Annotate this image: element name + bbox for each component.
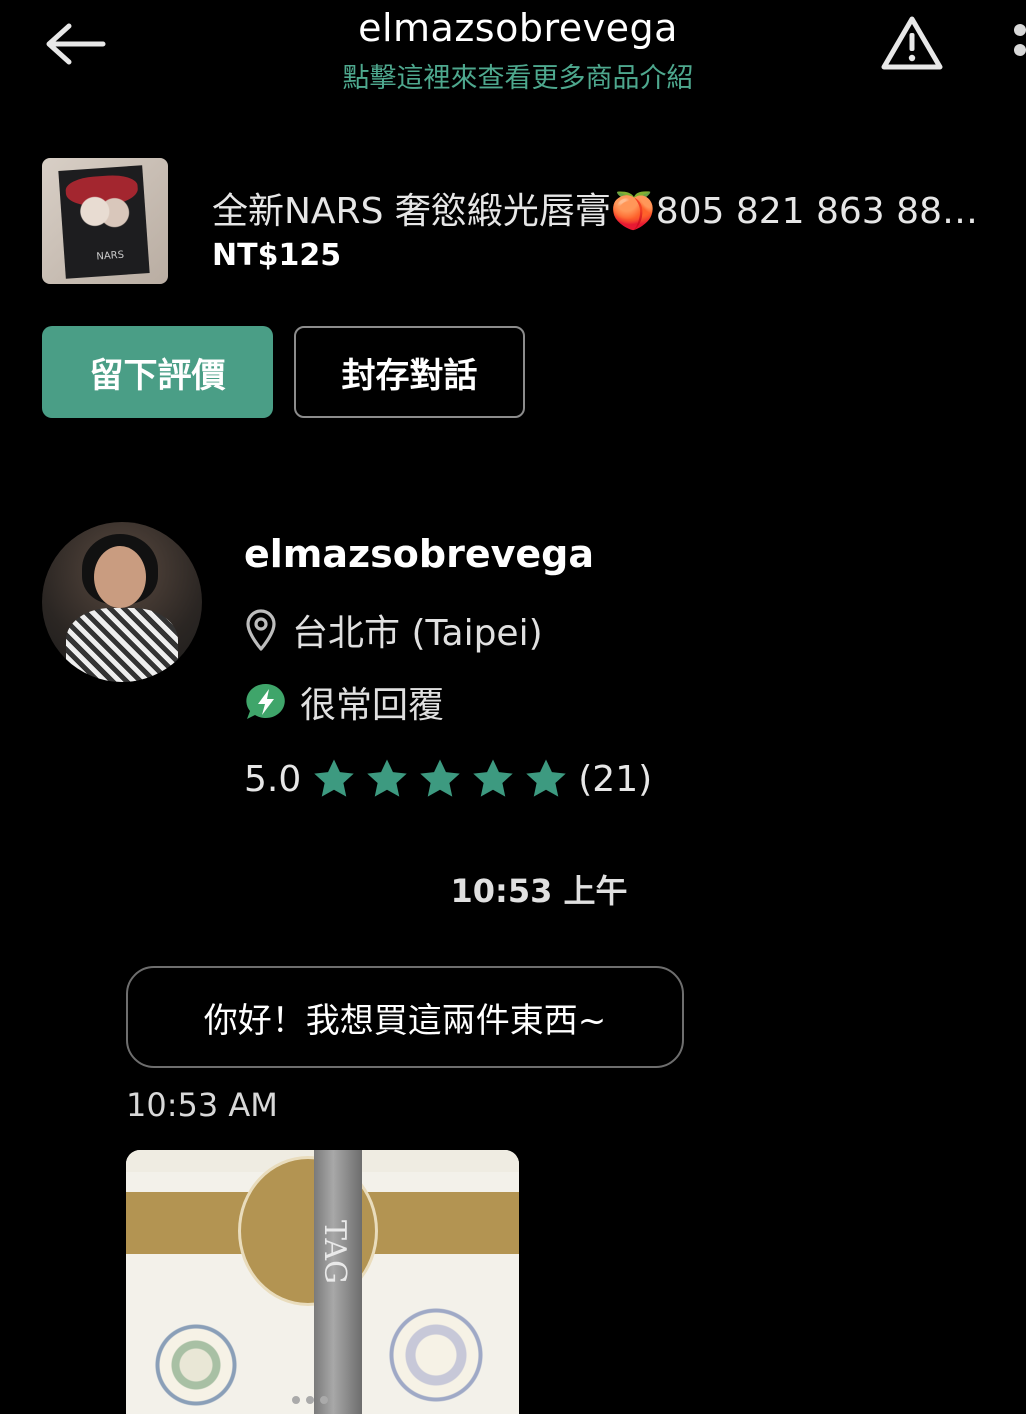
chat-time-divider: 10:53 上午 [450,872,628,910]
response-rate-text: 很常回覆 [300,685,445,726]
product-name: 全新NARS 奢慾緞光唇膏🍑805 821 863 88… [212,191,978,232]
lightning-bubble-icon [246,683,285,719]
view-more-products-link[interactable]: 點擊這裡來查看更多商品介紹 [200,56,836,95]
more-vertical-icon [1014,24,1026,36]
message-timestamp: 10:53 AM [126,1086,278,1124]
rating-score: 5.0 [244,758,302,800]
arrow-left-icon [46,23,106,65]
response-rate: 很常回覆 [244,676,444,728]
chat-title: elmazsobrevega [358,6,678,50]
seller-name[interactable]: elmazsobrevega [244,532,594,576]
location-pin-icon [246,609,276,651]
message-photo[interactable]: TAG [126,1150,519,1414]
archive-chat-button[interactable]: 封存對話 [294,326,525,418]
more-options-button[interactable] [1004,18,1026,68]
report-button[interactable] [872,8,952,78]
seller-card: elmazsobrevega 台北市 (Taipei) 很常回覆 5.0 (21… [42,522,1026,822]
chat-header: elmazsobrevega 點擊這裡來查看更多商品介紹 [0,0,1026,110]
photo-page-dots [292,1396,334,1404]
seller-location: 台北市 (Taipei) [244,604,543,656]
back-button[interactable] [40,14,110,74]
message-text: 你好！我想買這兩件東西~ [203,1000,607,1041]
message-bubble[interactable]: 你好！我想買這兩件東西~ [126,966,684,1068]
header-title-area[interactable]: elmazsobrevega 點擊這裡來查看更多商品介紹 [200,6,836,95]
warning-triangle-icon [881,16,943,70]
star-icon [314,759,355,797]
seller-rating[interactable]: 5.0 (21) [244,756,652,802]
product-thumbnail[interactable]: NARS [42,158,168,284]
review-count: (21) [578,758,653,800]
product-price: NT$125 [212,238,342,273]
star-icon [420,759,461,797]
leave-review-button[interactable]: 留下評價 [42,326,273,418]
product-summary[interactable]: NARS 全新NARS 奢慾緞光唇膏🍑805 821 863 88… NT$12… [42,158,1026,284]
star-icon [473,759,514,797]
seller-location-text: 台北市 (Taipei) [292,613,543,654]
photo-pencil-label: TAG [317,1220,352,1284]
star-icon [367,759,408,797]
star-icon [526,759,567,797]
avatar[interactable] [42,522,202,682]
